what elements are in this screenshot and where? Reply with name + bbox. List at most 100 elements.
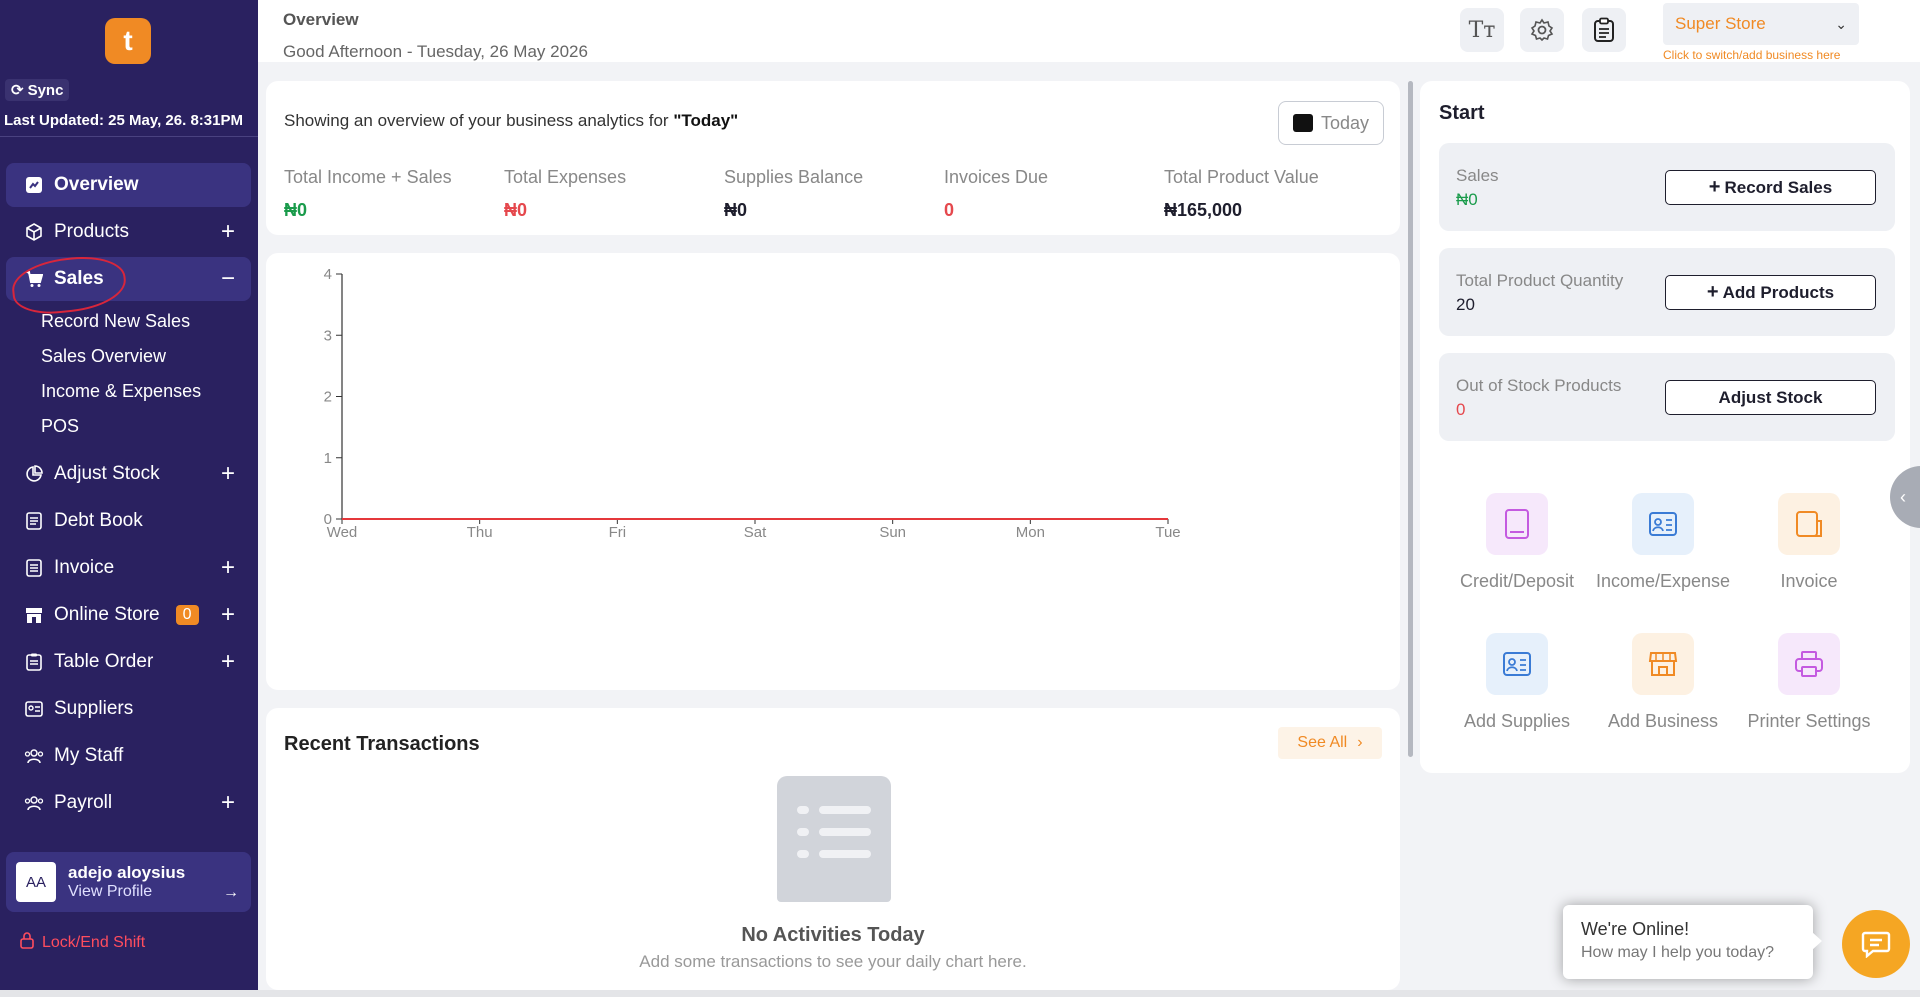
date-filter-button[interactable]: Today bbox=[1278, 101, 1384, 145]
x-tick-label: Thu bbox=[467, 524, 493, 541]
greeting-text: Good Afternoon - Tuesday, 26 May 2026 bbox=[283, 42, 588, 61]
pie-chart-icon bbox=[24, 464, 44, 484]
sales-action-box: Sales ₦0 + Record Sales bbox=[1439, 143, 1895, 231]
stat-supplies-balance: Supplies Balance ₦0 bbox=[724, 167, 863, 221]
chat-subtitle: How may I help you today? bbox=[1581, 944, 1774, 961]
record-sales-button[interactable]: + Record Sales bbox=[1665, 170, 1876, 205]
stat-label: Invoices Due bbox=[944, 167, 1049, 187]
stat-value: ₦0 bbox=[724, 200, 748, 220]
gear-icon bbox=[1530, 18, 1554, 42]
start-title: Start bbox=[1439, 102, 1485, 124]
stat-label: Total Expenses bbox=[504, 167, 627, 187]
stat-label: Total Income + Sales bbox=[284, 167, 452, 187]
scrollbar[interactable] bbox=[1408, 81, 1413, 757]
action-label: Sales bbox=[1456, 166, 1499, 185]
quick-link-income-expense[interactable]: Income/Expense bbox=[1590, 493, 1736, 592]
quick-link-label: Add Supplies bbox=[1463, 711, 1571, 731]
stat-value: 0 bbox=[944, 200, 955, 220]
chat-icon bbox=[1861, 931, 1891, 958]
printer-icon bbox=[1778, 633, 1840, 695]
quick-link-label: Income/Expense bbox=[1595, 571, 1731, 591]
top-header: Overview Good Afternoon - Tuesday, 26 Ma… bbox=[258, 0, 1920, 62]
button-label: Add Products bbox=[1722, 282, 1835, 302]
sidebar-item-online-store[interactable]: Online Store 0 + bbox=[6, 593, 251, 637]
chat-launcher-button[interactable] bbox=[1842, 910, 1910, 978]
selected-store: Super Store bbox=[1675, 14, 1766, 33]
sidebar-item-payroll[interactable]: Payroll + bbox=[6, 781, 251, 825]
sidebar-item-label: Payroll bbox=[54, 792, 113, 813]
submenu-item-sales-overview[interactable]: Sales Overview bbox=[41, 339, 251, 374]
store-switch-hint: Click to switch/add business here bbox=[1663, 48, 1841, 62]
collapse-icon[interactable]: − bbox=[221, 267, 235, 291]
book-icon bbox=[1486, 493, 1548, 555]
sync-icon: ⟳ bbox=[11, 82, 24, 99]
quick-link-label: Printer Settings bbox=[1747, 711, 1871, 731]
sidebar-item-my-staff[interactable]: My Staff bbox=[6, 734, 251, 778]
start-panel: Start Sales ₦0 + Record Sales Total Prod… bbox=[1420, 81, 1910, 773]
expand-icon[interactable]: + bbox=[221, 603, 235, 627]
sidebar-item-debt-book[interactable]: Debt Book bbox=[6, 499, 251, 543]
chevron-left-icon: ‹ bbox=[1900, 486, 1906, 507]
submenu-item-income-expenses[interactable]: Income & Expenses bbox=[41, 374, 251, 409]
quick-link-add-business[interactable]: Add Business bbox=[1590, 633, 1736, 732]
bottom-scrollbar[interactable] bbox=[0, 990, 1920, 997]
empty-state-title: No Activities Today bbox=[741, 924, 925, 946]
action-value: 20 bbox=[1456, 295, 1475, 314]
stat-invoices-due: Invoices Due 0 bbox=[944, 167, 1048, 221]
quick-link-credit-deposit[interactable]: Credit/Deposit bbox=[1444, 493, 1590, 592]
clipboard-button[interactable] bbox=[1582, 8, 1626, 52]
profile-card[interactable]: AA adejo aloysius View Profile → bbox=[6, 852, 251, 912]
stat-value: ₦0 bbox=[504, 200, 528, 220]
see-all-button[interactable]: See All › bbox=[1278, 727, 1382, 759]
sidebar-item-overview[interactable]: Overview bbox=[6, 163, 251, 207]
clipboard-icon bbox=[24, 652, 44, 672]
plus-icon: + bbox=[1708, 176, 1721, 198]
clipboard-icon bbox=[1594, 17, 1614, 42]
x-tick-label: Tue bbox=[1155, 524, 1180, 541]
avatar: AA bbox=[16, 862, 56, 902]
app-logo[interactable]: t bbox=[105, 18, 151, 64]
analytics-heading-prefix: Showing an overview of your business ana… bbox=[284, 111, 674, 130]
sync-label: Sync bbox=[27, 81, 64, 99]
sidebar-item-sales[interactable]: Sales − bbox=[6, 257, 251, 301]
expand-icon[interactable]: + bbox=[221, 791, 235, 815]
store-icon bbox=[24, 605, 44, 625]
sidebar-item-label: Suppliers bbox=[54, 698, 134, 719]
stat-label: Supplies Balance bbox=[724, 167, 864, 187]
chat-title: We're Online! bbox=[1581, 919, 1690, 939]
settings-button[interactable] bbox=[1520, 8, 1564, 52]
sidebar-item-table-order[interactable]: Table Order + bbox=[6, 640, 251, 684]
action-value: ₦0 bbox=[1456, 190, 1478, 209]
quick-link-printer-settings[interactable]: Printer Settings bbox=[1736, 633, 1882, 732]
sidebar-item-label: Debt Book bbox=[54, 510, 143, 531]
submenu-item-pos[interactable]: POS bbox=[41, 409, 251, 444]
sidebar-item-invoice[interactable]: Invoice + bbox=[6, 546, 251, 590]
expand-icon[interactable]: + bbox=[221, 650, 235, 674]
sidebar-item-label: Adjust Stock bbox=[54, 463, 160, 484]
expand-icon[interactable]: + bbox=[221, 462, 235, 486]
expand-icon[interactable]: + bbox=[221, 220, 235, 244]
recent-transactions-title: Recent Transactions bbox=[284, 733, 480, 755]
view-profile-link[interactable]: View Profile bbox=[68, 883, 185, 901]
daily-chart-card: 0 1 2 3 4 Wed Thu Fri Sat Sun Mon Tue bbox=[266, 253, 1400, 690]
lock-end-shift-button[interactable]: Lock/End Shift bbox=[20, 932, 145, 954]
sidebar-item-adjust-stock[interactable]: Adjust Stock + bbox=[6, 452, 251, 496]
chat-greeting-bubble[interactable]: We're Online! How may I help you today? bbox=[1563, 905, 1822, 979]
sidebar-item-suppliers[interactable]: Suppliers bbox=[6, 687, 251, 731]
submenu-item-record-new-sales[interactable]: Record New Sales bbox=[41, 304, 251, 339]
sync-button[interactable]: ⟳ Sync bbox=[5, 79, 70, 101]
people-icon bbox=[24, 793, 44, 813]
quick-link-invoice[interactable]: Invoice bbox=[1736, 493, 1882, 592]
business-switcher-select[interactable]: Super Store ⌄ bbox=[1663, 3, 1859, 45]
online-store-badge: 0 bbox=[175, 605, 199, 625]
expand-icon[interactable]: + bbox=[221, 556, 235, 580]
quick-link-label: Credit/Deposit bbox=[1459, 571, 1575, 591]
sidebar-item-products[interactable]: Products + bbox=[6, 210, 251, 254]
adjust-stock-button[interactable]: Adjust Stock bbox=[1665, 380, 1876, 415]
store-icon bbox=[1632, 633, 1694, 695]
quick-link-add-supplies[interactable]: Add Supplies bbox=[1444, 633, 1590, 732]
text-size-button[interactable]: Tт bbox=[1460, 8, 1504, 52]
invoice-icon bbox=[24, 558, 44, 578]
document-icon bbox=[1778, 493, 1840, 555]
add-products-button[interactable]: + Add Products bbox=[1665, 275, 1876, 310]
